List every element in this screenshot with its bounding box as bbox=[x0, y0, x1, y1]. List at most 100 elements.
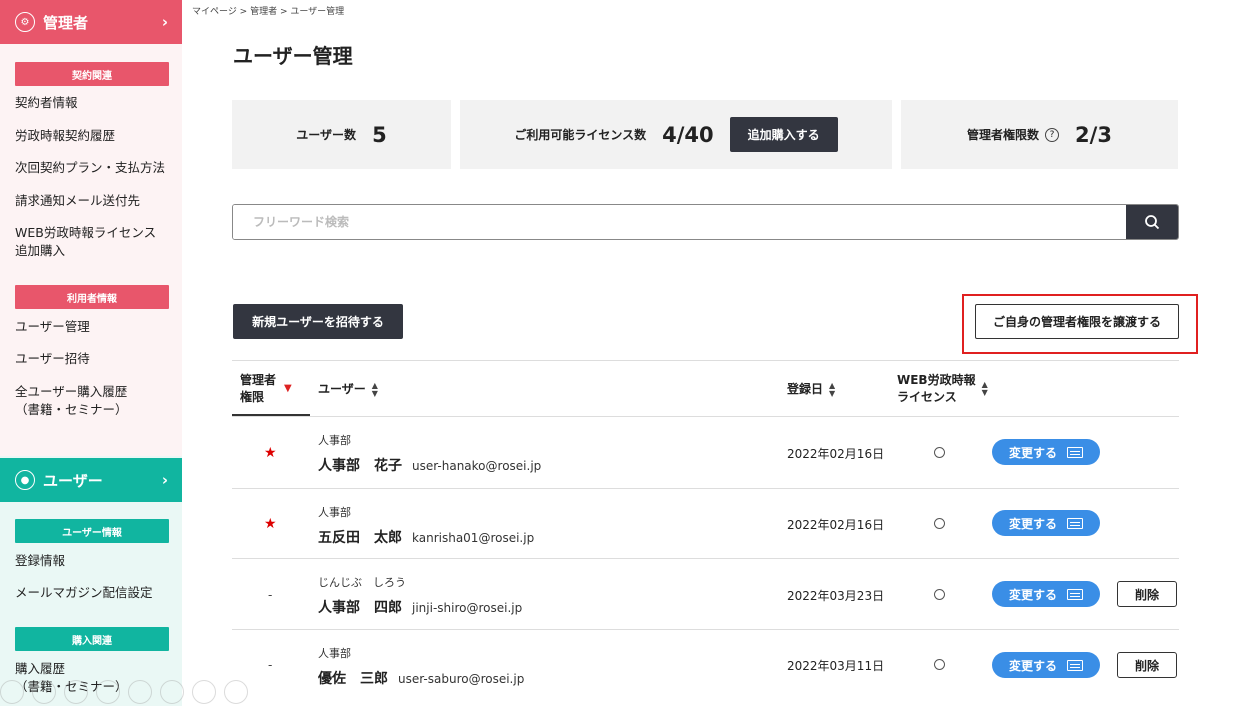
window-icon bbox=[1067, 659, 1083, 671]
change-button[interactable]: 変更する bbox=[992, 439, 1100, 465]
user-department: じんじぶ しろう bbox=[318, 576, 406, 589]
window-icon bbox=[1067, 588, 1083, 600]
buy-more-button[interactable]: 追加購入する bbox=[729, 117, 838, 152]
sidebar-link-all-purchase-history[interactable]: 全ユーザー購入履歴 （書籍・セミナー） bbox=[15, 383, 128, 419]
sidebar-link-registration[interactable]: 登録情報 bbox=[15, 552, 65, 570]
license-label: ご利用可能ライセンス数 bbox=[514, 128, 647, 142]
sidebar-admin-header[interactable]: ⚙ 管理者 › bbox=[0, 0, 182, 44]
admin-count-value: 2/3 bbox=[1075, 122, 1112, 147]
delete-button[interactable]: 削除 bbox=[1117, 652, 1177, 678]
sidebar-link-newsletter[interactable]: メールマガジン配信設定 bbox=[15, 584, 153, 602]
user-name-cell: 五反田 太郎 kanrisha01@rosei.jp bbox=[318, 527, 534, 547]
table-header-border bbox=[232, 416, 1179, 417]
sidebar-user-header[interactable]: ● ユーザー › bbox=[0, 458, 182, 502]
sidebar-link-billing-email[interactable]: 請求通知メール送付先 bbox=[15, 192, 140, 210]
sort-desc-icon[interactable]: ▼ bbox=[284, 380, 292, 397]
toolbar-icon[interactable] bbox=[160, 680, 184, 704]
license-circle-icon bbox=[934, 518, 945, 529]
change-button-label: 変更する bbox=[1008, 516, 1057, 531]
license-circle-icon bbox=[934, 589, 945, 600]
registered-date: 2022年02月16日 bbox=[787, 447, 885, 461]
toolbar-icon[interactable] bbox=[192, 680, 216, 704]
sidebar-link-contract-history[interactable]: 労政時報契約履歴 bbox=[15, 127, 115, 145]
row-divider bbox=[232, 629, 1179, 630]
column-header-registered[interactable]: 登録日 ▲ ▼ bbox=[787, 381, 835, 398]
user-department: 人事部 bbox=[318, 506, 351, 519]
user-department: 人事部 bbox=[318, 647, 351, 660]
column-header-license-label: WEB労政時報 ライセンス bbox=[897, 373, 976, 404]
sort-icon[interactable]: ▲ ▼ bbox=[982, 381, 988, 397]
change-button-label: 変更する bbox=[1008, 445, 1057, 460]
sort-icon[interactable]: ▲ ▼ bbox=[372, 381, 378, 398]
sidebar-category-user-info: ユーザー情報 bbox=[15, 519, 169, 543]
registered-date: 2022年02月16日 bbox=[787, 518, 885, 532]
toolbar-icon[interactable] bbox=[224, 680, 248, 704]
registered-date: 2022年03月11日 bbox=[787, 659, 885, 673]
column-header-user[interactable]: ユーザー ▲ ▼ bbox=[318, 381, 378, 398]
user-email: kanrisha01@rosei.jp bbox=[412, 531, 535, 545]
chevron-right-icon: › bbox=[161, 13, 168, 31]
sidebar-link-user-management[interactable]: ユーザー管理 bbox=[15, 318, 90, 336]
help-icon[interactable]: ? bbox=[1045, 127, 1060, 142]
user-email: jinji-shiro@rosei.jp bbox=[412, 601, 523, 615]
sidebar-link-contractor-info[interactable]: 契約者情報 bbox=[15, 94, 78, 112]
toolbar-icon[interactable] bbox=[32, 680, 56, 704]
table-top-border bbox=[232, 360, 1179, 361]
sidebar-link-user-invite[interactable]: ユーザー招待 bbox=[15, 350, 90, 368]
sidebar-category-users: 利用者情報 bbox=[15, 285, 169, 309]
user-name: 五反田 太郎 bbox=[318, 530, 402, 546]
sidebar-user-title: ユーザー bbox=[43, 471, 103, 490]
toolbar-icon[interactable] bbox=[0, 680, 24, 704]
change-button[interactable]: 変更する bbox=[992, 510, 1100, 536]
floating-toolbar bbox=[0, 680, 270, 706]
sidebar-category-contract: 契約関連 bbox=[15, 62, 169, 86]
user-name: 優佐 三郎 bbox=[318, 671, 388, 687]
search-button[interactable] bbox=[1126, 205, 1178, 239]
toolbar-icon[interactable] bbox=[64, 680, 88, 704]
row-divider bbox=[232, 558, 1179, 559]
window-icon bbox=[1067, 446, 1083, 458]
user-name: 人事部 花子 bbox=[318, 458, 402, 474]
sidebar-link-license-purchase[interactable]: WEB労政時報ライセンス 追加購入 bbox=[15, 224, 156, 260]
license-value: 4/40 bbox=[662, 122, 714, 147]
sidebar: ⚙ 管理者 › 契約関連 契約者情報 労政時報契約履歴 次回契約プラン・支払方法… bbox=[0, 0, 182, 706]
row-divider bbox=[232, 488, 1179, 489]
change-button-label: 変更する bbox=[1008, 587, 1057, 602]
sidebar-admin-title: 管理者 bbox=[43, 13, 89, 32]
user-name-cell: 人事部 四郎 jinji-shiro@rosei.jp bbox=[318, 597, 522, 617]
invite-user-button[interactable]: 新規ユーザーを招待する bbox=[233, 304, 403, 339]
breadcrumb[interactable]: マイページ > 管理者 > ユーザー管理 bbox=[192, 4, 344, 17]
column-header-admin[interactable]: 管理者 権限 bbox=[240, 372, 276, 406]
toolbar-icon[interactable] bbox=[96, 680, 120, 704]
column-header-registered-label: 登録日 bbox=[787, 382, 824, 396]
column-header-user-label: ユーザー bbox=[318, 382, 366, 396]
change-button[interactable]: 変更する bbox=[992, 581, 1100, 607]
user-name-cell: 人事部 花子 user-hanako@rosei.jp bbox=[318, 455, 541, 475]
user-email: user-hanako@rosei.jp bbox=[412, 459, 542, 473]
search-bar bbox=[232, 204, 1179, 240]
sort-icon[interactable]: ▲ ▼ bbox=[829, 381, 835, 398]
admin-star-icon: ★ bbox=[264, 445, 277, 461]
toolbar-icon[interactable] bbox=[128, 680, 152, 704]
admin-star-icon: ★ bbox=[264, 516, 277, 532]
license-circle-icon bbox=[934, 659, 945, 670]
license-circle-icon bbox=[934, 447, 945, 458]
search-icon bbox=[1145, 215, 1160, 230]
user-count-label: ユーザー数 bbox=[296, 128, 357, 142]
search-input[interactable] bbox=[233, 205, 1127, 239]
user-department: 人事部 bbox=[318, 434, 351, 447]
admin-none-marker: - bbox=[268, 658, 273, 672]
sidebar-link-next-plan[interactable]: 次回契約プラン・支払方法 bbox=[15, 159, 165, 177]
column-header-license[interactable]: WEB労政時報 ライセンス ▲ ▼ bbox=[897, 372, 988, 406]
registered-date: 2022年03月23日 bbox=[787, 589, 885, 603]
window-icon bbox=[1067, 517, 1083, 529]
transfer-admin-button[interactable]: ご自身の管理者権限を譲渡する bbox=[975, 304, 1179, 339]
admin-count-box: 管理者権限数 ? 2/3 bbox=[901, 100, 1178, 169]
admin-none-marker: - bbox=[268, 588, 273, 602]
user-icon: ● bbox=[15, 470, 35, 490]
user-name-cell: 優佐 三郎 user-saburo@rosei.jp bbox=[318, 668, 524, 688]
change-button-label: 変更する bbox=[1008, 658, 1057, 673]
delete-button[interactable]: 削除 bbox=[1117, 581, 1177, 607]
change-button[interactable]: 変更する bbox=[992, 652, 1100, 678]
page-title: ユーザー管理 bbox=[233, 44, 353, 68]
